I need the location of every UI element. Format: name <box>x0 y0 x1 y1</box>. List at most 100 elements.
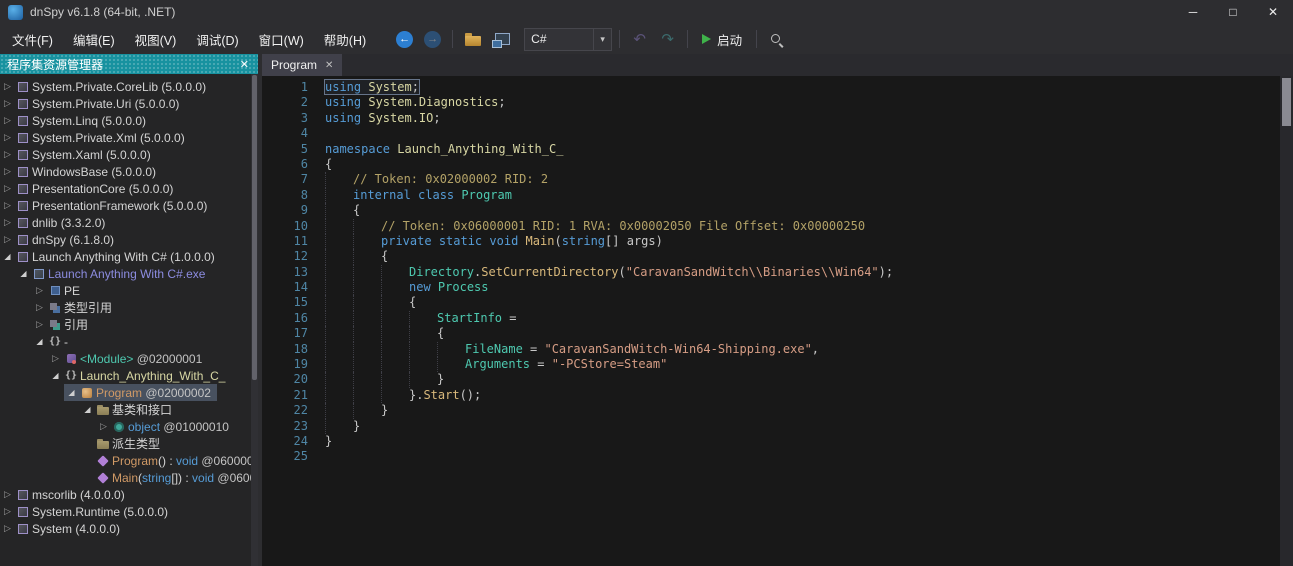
open-file-button[interactable] <box>460 27 485 51</box>
tree-item[interactable]: ◢{}- <box>32 333 74 350</box>
tree-row[interactable]: ▷object @01000010 <box>0 418 258 435</box>
tree-expander-icon[interactable]: ▷ <box>32 302 47 313</box>
close-button[interactable]: ✕ <box>1253 0 1293 24</box>
menu-window[interactable]: 窗口(W) <box>249 25 314 54</box>
tree-row[interactable]: ▷WindowsBase (5.0.0.0) <box>0 163 258 180</box>
tree-item[interactable]: ▷引用 <box>32 316 94 333</box>
tree-expander-icon[interactable]: ◢ <box>80 405 95 414</box>
tree-row[interactable]: ◢Launch Anything With C#.exe <box>0 265 258 282</box>
tree-expander-icon[interactable]: ▷ <box>0 98 15 109</box>
menu-edit[interactable]: 编辑(E) <box>63 25 125 54</box>
tree-item[interactable]: ▷类型引用 <box>32 299 118 316</box>
tree-expander-icon[interactable]: ◢ <box>48 371 63 380</box>
tree-expander-icon[interactable]: ▷ <box>32 319 47 330</box>
tree-item[interactable]: ◢基类和接口 <box>80 401 178 418</box>
tree-row[interactable]: ▷引用 <box>0 316 258 333</box>
tree-item[interactable]: ▷System.Runtime (5.0.0.0) <box>0 503 174 520</box>
tree-row[interactable]: ▷dnSpy (6.1.8.0) <box>0 231 258 248</box>
tree-item[interactable]: ▷PE <box>32 282 86 299</box>
tree-expander-icon[interactable]: ▷ <box>48 353 63 364</box>
tree-expander-icon[interactable]: ▷ <box>0 217 15 228</box>
tree-row[interactable]: ◢Launch Anything With C# (1.0.0.0) <box>0 248 258 265</box>
tree-row[interactable]: ▷System.Private.Xml (5.0.0.0) <box>0 129 258 146</box>
tree-expander-icon[interactable]: ▷ <box>0 234 15 245</box>
tree-row[interactable]: ◢基类和接口 <box>0 401 258 418</box>
tab-close-icon[interactable]: ✕ <box>325 60 333 71</box>
tree-item[interactable]: Main(string[]) : void @06000002 <box>80 469 258 486</box>
tree-item[interactable]: ▷PresentationCore (5.0.0.0) <box>0 180 179 197</box>
tree-item[interactable]: ▷System.Private.CoreLib (5.0.0.0) <box>0 78 212 95</box>
tree-item[interactable]: 派生类型 <box>80 435 166 452</box>
nav-forward-button[interactable]: → <box>420 27 445 51</box>
undo-button[interactable]: ↶ <box>627 27 652 51</box>
tree-item[interactable]: ▷PresentationFramework (5.0.0.0) <box>0 197 213 214</box>
start-button[interactable]: 启动 <box>695 30 749 49</box>
editor-scrollbar[interactable] <box>1280 76 1293 566</box>
tree-row[interactable]: ▷System.Runtime (5.0.0.0) <box>0 503 258 520</box>
tree-item[interactable]: ▷System.Private.Uri (5.0.0.0) <box>0 95 185 112</box>
tree-item[interactable]: ▷mscorlib (4.0.0.0) <box>0 486 131 503</box>
menu-view[interactable]: 视图(V) <box>125 25 187 54</box>
tree-row[interactable]: ▷<Module> @02000001 <box>0 350 258 367</box>
tree-item[interactable]: ▷System.Linq (5.0.0.0) <box>0 112 152 129</box>
search-button[interactable] <box>764 27 789 51</box>
tree-scrollbar-thumb[interactable] <box>252 75 257 380</box>
tree-item[interactable]: ▷System.Xaml (5.0.0.0) <box>0 146 157 163</box>
tree-item[interactable]: ◢Launch Anything With C# (1.0.0.0) <box>0 248 221 265</box>
maximize-button[interactable]: □ <box>1213 0 1253 24</box>
chevron-down-icon[interactable]: ▾ <box>593 29 611 50</box>
tree-expander-icon[interactable]: ◢ <box>64 388 79 397</box>
language-selector[interactable]: C# ▾ <box>524 28 612 51</box>
tree-row[interactable]: ▷System (4.0.0.0) <box>0 520 258 537</box>
tree-row[interactable]: ▷PresentationFramework (5.0.0.0) <box>0 197 258 214</box>
tree-row[interactable]: ▷类型引用 <box>0 299 258 316</box>
menu-debug[interactable]: 调试(D) <box>186 25 248 54</box>
tree-row[interactable]: 派生类型 <box>0 435 258 452</box>
tree-expander-icon[interactable]: ▷ <box>0 489 15 500</box>
redo-button[interactable]: ↷ <box>655 27 680 51</box>
tree-row[interactable]: ▷dnlib (3.3.2.0) <box>0 214 258 231</box>
tree-row[interactable]: Main(string[]) : void @06000002 <box>0 469 258 486</box>
tree-row[interactable]: ◢Program @02000002 <box>0 384 258 401</box>
tree-item[interactable]: Program() : void @06000001 <box>80 452 258 469</box>
assembly-explorer-header[interactable]: 程序集资源管理器 ✕ <box>0 54 258 74</box>
tree-item[interactable]: ▷WindowsBase (5.0.0.0) <box>0 163 162 180</box>
tree-expander-icon[interactable]: ▷ <box>0 166 15 177</box>
menu-file[interactable]: 文件(F) <box>2 25 63 54</box>
minimize-button[interactable]: ─ <box>1173 0 1213 24</box>
tree-scrollbar[interactable] <box>251 74 258 566</box>
tree-row[interactable]: ▷System.Private.CoreLib (5.0.0.0) <box>0 78 258 95</box>
tree-row[interactable]: ◢{}Launch_Anything_With_C_ <box>0 367 258 384</box>
tree-expander-icon[interactable]: ▷ <box>0 506 15 517</box>
nav-back-button[interactable]: ← <box>392 27 417 51</box>
tree-expander-icon[interactable]: ▷ <box>0 81 15 92</box>
tree-expander-icon[interactable]: ▷ <box>0 149 15 160</box>
tree-row[interactable]: ▷System.Private.Uri (5.0.0.0) <box>0 95 258 112</box>
tree-expander-icon[interactable]: ◢ <box>32 337 47 346</box>
tree-row[interactable]: ◢{}- <box>0 333 258 350</box>
tree-item[interactable]: ▷System.Private.Xml (5.0.0.0) <box>0 129 191 146</box>
tree-expander-icon[interactable]: ▷ <box>0 115 15 126</box>
tree-expander-icon[interactable]: ▷ <box>0 200 15 211</box>
tree-item[interactable]: ▷<Module> @02000001 <box>48 350 208 367</box>
tree-row[interactable]: ▷System.Xaml (5.0.0.0) <box>0 146 258 163</box>
full-screen-button[interactable] <box>488 27 513 51</box>
tree-expander-icon[interactable]: ▷ <box>0 132 15 143</box>
tab-program[interactable]: Program ✕ <box>262 54 342 76</box>
tree-expander-icon[interactable]: ◢ <box>16 269 31 278</box>
editor-scrollbar-thumb[interactable] <box>1282 78 1291 126</box>
tree-row[interactable]: ▷PE <box>0 282 258 299</box>
panel-close-icon[interactable]: ✕ <box>237 58 252 71</box>
code-editor[interactable]: 1using System;2using System.Diagnostics;… <box>262 76 1293 566</box>
tree-item[interactable]: ◢{}Launch_Anything_With_C_ <box>48 367 231 384</box>
tree-item[interactable]: ▷dnlib (3.3.2.0) <box>0 214 111 231</box>
tree-expander-icon[interactable]: ▷ <box>0 183 15 194</box>
tree-item[interactable]: ▷dnSpy (6.1.8.0) <box>0 231 120 248</box>
menu-help[interactable]: 帮助(H) <box>314 25 376 54</box>
tree-item[interactable]: ◢Launch Anything With C#.exe <box>16 265 211 282</box>
tree-row[interactable]: ▷mscorlib (4.0.0.0) <box>0 486 258 503</box>
tree-item-selected[interactable]: ◢Program @02000002 <box>64 384 217 401</box>
tree-row[interactable]: ▷PresentationCore (5.0.0.0) <box>0 180 258 197</box>
tree-item[interactable]: ▷System (4.0.0.0) <box>0 520 126 537</box>
tree-row[interactable]: Program() : void @06000001 <box>0 452 258 469</box>
